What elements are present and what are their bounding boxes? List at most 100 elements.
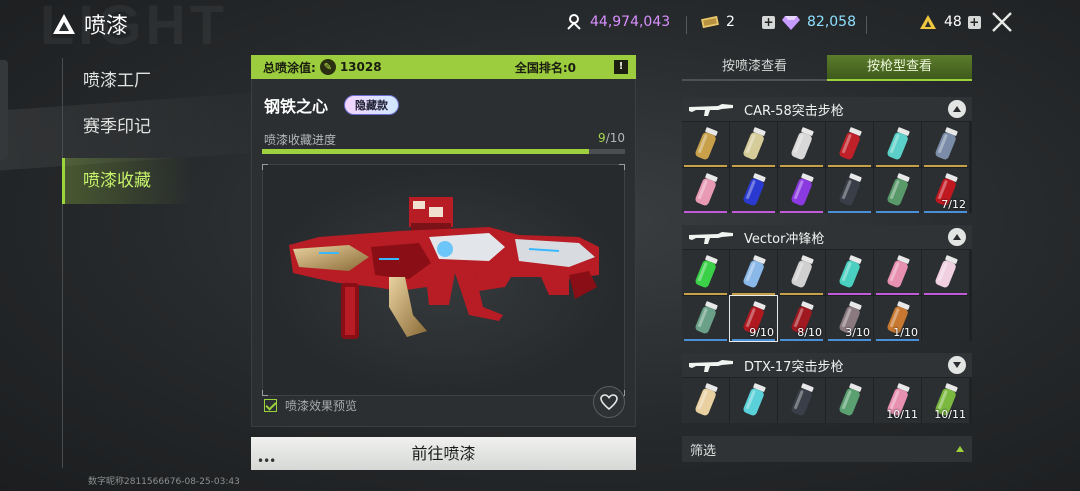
- tab-by-spray[interactable]: 按喷漆查看: [682, 55, 827, 81]
- spray-slot[interactable]: [682, 296, 729, 341]
- collapse-icon[interactable]: [948, 100, 966, 118]
- spray-can-icon: [790, 126, 814, 159]
- spray-progress-count: 7/12: [941, 198, 966, 211]
- rarity-bar: [732, 339, 775, 341]
- diamond-icon: [781, 12, 801, 32]
- spray-can-icon: [886, 172, 910, 205]
- edge-tab[interactable]: [0, 60, 8, 160]
- spray-slot[interactable]: [778, 122, 825, 167]
- gun-group: Vector冲锋枪 9/10 8/10 3/10 1/10: [682, 225, 972, 342]
- gun-group: DTX-17突击步枪 10/11 10/11: [682, 353, 972, 423]
- collection-browser: 按喷漆查看 按枪型查看 CAR-58突击步枪 7/12 Vector冲锋枪 9/10 8…: [682, 55, 972, 423]
- spray-slot[interactable]: 7/12: [922, 168, 969, 213]
- spray-slot[interactable]: [778, 250, 825, 295]
- expand-icon[interactable]: [948, 356, 966, 374]
- rarity-bar: [780, 339, 823, 341]
- info-icon[interactable]: !: [614, 60, 628, 74]
- divider: [686, 16, 687, 34]
- currency-diamond[interactable]: + 82,058: [762, 12, 856, 32]
- spray-can-icon: [742, 382, 766, 415]
- spray-grid: 7/12: [682, 121, 972, 213]
- gun-group-header[interactable]: Vector冲锋枪: [682, 225, 972, 249]
- rarity-bar: [684, 293, 727, 295]
- gun-group-header[interactable]: DTX-17突击步枪: [682, 353, 972, 377]
- spray-slot[interactable]: [730, 122, 777, 167]
- progress-total: /10: [605, 131, 625, 145]
- spray-slot[interactable]: [826, 122, 873, 167]
- token-value: 44,974,043: [590, 14, 671, 30]
- rarity-bar: [780, 211, 823, 213]
- weapon-preview[interactable]: [262, 164, 625, 396]
- spray-slot[interactable]: [874, 122, 921, 167]
- preview-checkbox[interactable]: [264, 399, 277, 412]
- spray-detail-panel: 总喷涂值: ✎ 13028 全国排名:0 ! 钢铁之心 隐藏款 喷漆收藏进度 9…: [251, 55, 636, 470]
- collapse-icon[interactable]: [948, 228, 966, 246]
- spray-can-icon: [934, 254, 958, 287]
- rarity-bar: [732, 211, 775, 213]
- rarity-bar: [924, 293, 967, 295]
- nav-item-spray-collection[interactable]: 喷漆收藏: [62, 158, 192, 204]
- rank-icon: [918, 12, 938, 32]
- preview-effect-toggle[interactable]: 喷漆效果预览: [264, 397, 357, 414]
- currency-rank[interactable]: 48 +: [918, 12, 981, 32]
- progress-count: 9/10: [598, 131, 625, 145]
- spray-slot[interactable]: [826, 378, 873, 423]
- spray-slot[interactable]: [730, 168, 777, 213]
- spray-can-icon: [694, 126, 718, 159]
- spray-slot[interactable]: [874, 250, 921, 295]
- spray-slot[interactable]: 3/10: [826, 296, 873, 341]
- nav-item-spray-factory[interactable]: 喷漆工厂: [62, 58, 192, 104]
- spray-can-icon: [742, 172, 766, 205]
- spray-slot[interactable]: 8/10: [778, 296, 825, 341]
- spray-slot[interactable]: [778, 168, 825, 213]
- spray-slot[interactable]: [682, 378, 729, 423]
- gun-group-list[interactable]: CAR-58突击步枪 7/12 Vector冲锋枪 9/10 8/10 3/10 1/10 D…: [682, 97, 972, 425]
- spray-slot[interactable]: [682, 122, 729, 167]
- stats-bar: 总喷涂值: ✎ 13028 全国排名:0 !: [251, 55, 636, 79]
- gun-group-name: DTX-17突击步枪: [744, 359, 844, 375]
- rarity-badge: 隐藏款: [344, 95, 399, 115]
- spray-slot[interactable]: [730, 250, 777, 295]
- spray-slot[interactable]: [682, 250, 729, 295]
- progress-track: [262, 149, 625, 154]
- heart-icon: [600, 394, 618, 410]
- add-rank-icon[interactable]: +: [967, 15, 981, 29]
- spray-slot[interactable]: 10/11: [922, 378, 969, 423]
- currency-ticket: 2: [700, 12, 735, 32]
- spray-progress-count: 8/10: [797, 326, 822, 339]
- close-icon[interactable]: [988, 8, 1016, 36]
- add-diamond-icon[interactable]: +: [762, 15, 775, 29]
- spray-slot[interactable]: [874, 168, 921, 213]
- spray-slot[interactable]: [730, 378, 777, 423]
- filter-dropdown[interactable]: 筛选: [682, 436, 972, 462]
- spray-slot[interactable]: 1/10: [874, 296, 921, 341]
- user-id-footer: 数字昵称2811566676-08-25-03:43: [88, 477, 240, 487]
- spray-slot[interactable]: 9/10: [729, 295, 778, 342]
- app-header: 喷漆: [52, 8, 128, 40]
- spray-slot[interactable]: 10/11: [874, 378, 921, 423]
- spray-slot[interactable]: [826, 250, 873, 295]
- spray-can-icon: [838, 382, 862, 415]
- spray-grid: 10/11 10/11: [682, 377, 972, 423]
- spray-slot[interactable]: [922, 122, 969, 167]
- spray-slot[interactable]: [682, 168, 729, 213]
- rarity-bar: [876, 339, 919, 341]
- filter-label: 筛选: [690, 443, 717, 459]
- nav-item-season-mark[interactable]: 赛季印记: [62, 104, 192, 150]
- gun-group: CAR-58突击步枪 7/12: [682, 97, 972, 213]
- spray-can-icon: [838, 172, 862, 205]
- spray-slot[interactable]: [922, 250, 969, 295]
- national-rank: 全国排名:0: [514, 60, 576, 75]
- currency-bar: 44,974,043 2 + 82,058 48 +: [560, 12, 1080, 38]
- spray-slot[interactable]: [778, 378, 825, 423]
- gun-group-name: Vector冲锋枪: [744, 231, 825, 247]
- tab-by-gun[interactable]: 按枪型查看: [827, 55, 972, 81]
- spray-card: 钢铁之心 隐藏款 喷漆收藏进度 9/10 喷漆效果预览: [251, 79, 636, 427]
- spray-coin-icon: ✎: [319, 59, 336, 75]
- gun-group-header[interactable]: CAR-58突击步枪: [682, 97, 972, 121]
- favorite-button[interactable]: [593, 386, 625, 418]
- total-spray-value: 13028: [339, 60, 382, 74]
- spray-slot[interactable]: [826, 168, 873, 213]
- go-spray-button[interactable]: 前往喷漆 •••: [251, 437, 636, 470]
- rarity-bar: [924, 211, 967, 213]
